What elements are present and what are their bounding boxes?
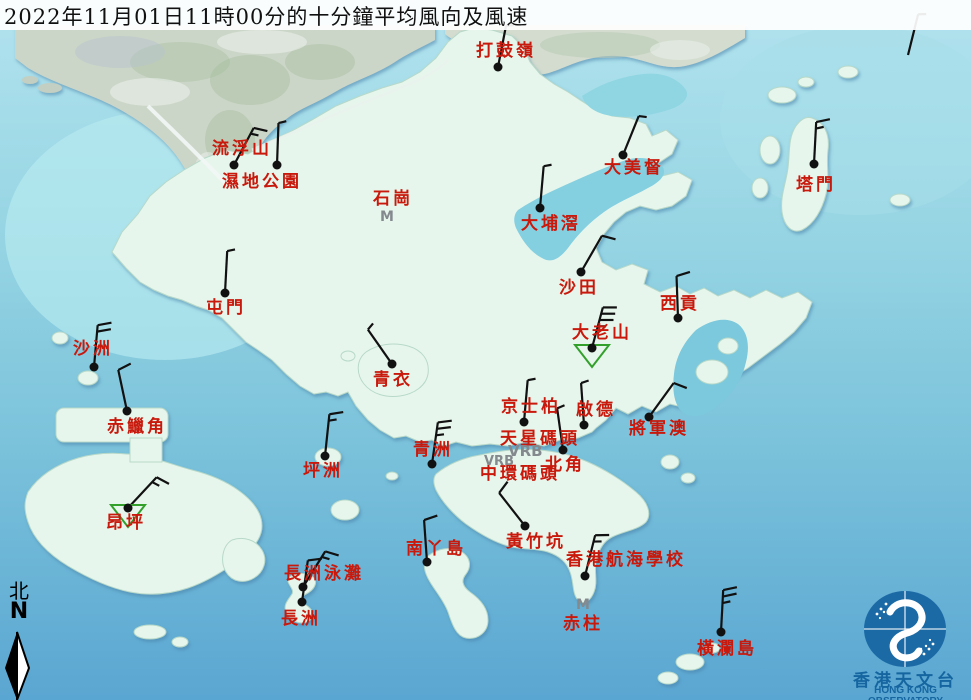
station-dot [428,460,437,469]
station-dot [580,421,589,430]
hko-logo-icon [864,591,946,667]
station-dot [521,522,530,531]
station-label: 長洲 [281,611,321,628]
wind-barb-flag [329,419,337,420]
station-dot [810,160,819,169]
station-dot [581,572,590,581]
station-label: 大埔滘 [521,216,581,233]
station-label: 黃竹坑 [506,534,566,551]
wind-barb-flag [436,434,444,435]
wind-barb-flag [528,379,536,380]
station-status-code: M [576,598,590,612]
station-label: 大美督 [604,160,664,177]
station-dot [124,504,133,513]
station-label: 西貢 [660,296,700,313]
station-label: 赤柱 [563,616,603,633]
map-title: 2022年11月01日11時00分的十分鐘平均風向及風速 [4,1,528,31]
wind-map-screenshot: 2022年11月01日11時00分的十分鐘平均風向及風速 打鼓嶺流浮山濕地公園大… [0,0,971,700]
station-label: 沙田 [559,280,599,297]
station-dot [520,418,529,427]
station-dot [123,407,132,416]
station-label: 塔門 [796,177,836,194]
station-label: 將軍澳 [629,421,689,438]
station-label: 青洲 [413,442,453,459]
north-indicator: 北 N [2,581,36,622]
station-dot [494,63,503,72]
station-label: 橫瀾島 [697,641,757,658]
north-letter-label: N [2,602,36,622]
station-label: 京士柏 [501,399,561,416]
station-dot [221,289,230,298]
station-label: 屯門 [206,300,246,317]
station-dot [388,360,397,369]
station-label: 流浮山 [212,141,272,158]
station-label: 石崗 [373,191,413,208]
station-dot [536,204,545,213]
wind-barb-flag [639,116,647,117]
station-label: 濕地公園 [222,174,302,191]
hong-kong-map [0,0,971,700]
wind-barb-staff [277,123,278,165]
hko-logo-english: HONG KONG OBSERVATORY [838,685,971,700]
station-label: 大老山 [572,325,632,342]
station-dot [577,268,586,277]
station-status-code: M [380,210,394,224]
station-label: 昂坪 [106,515,146,532]
station-label: 長洲泳灘 [284,566,364,583]
station-dot [321,452,330,461]
station-label: 青衣 [373,372,413,389]
station-label: 啟德 [576,402,616,419]
station-label: 香港航海學校 [566,552,686,569]
station-dot [90,363,99,372]
station-status-code: VRB [484,455,514,468]
wind-barb-flag [544,165,552,166]
station-label: 打鼓嶺 [476,43,536,60]
station-dot [717,628,726,637]
station-dot [273,161,282,170]
station-dot [588,344,597,353]
station-dot [230,161,239,170]
station-label: 赤鱲角 [107,419,167,436]
station-label: 坪洲 [303,463,343,480]
station-dot [298,598,307,607]
station-label: 南丫島 [406,541,466,558]
station-label: 沙洲 [73,341,113,358]
station-dot [674,314,683,323]
